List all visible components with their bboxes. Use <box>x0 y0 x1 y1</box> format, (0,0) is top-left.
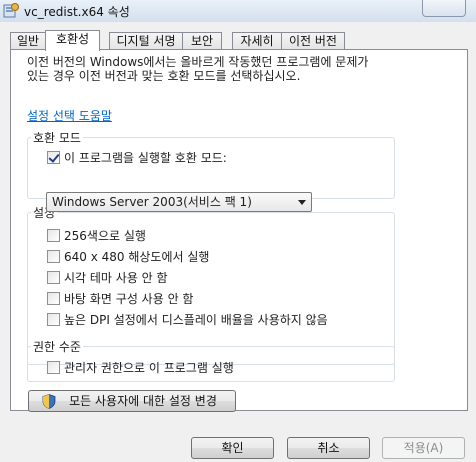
title-bar: vc_redist.x64 속성 <box>0 0 476 22</box>
run-as-admin-checkbox[interactable]: 관리자 권한으로 이 프로그램 실행 <box>47 359 234 375</box>
compat-mode-selected-value: Windows Server 2003(서비스 팩 1) <box>52 195 252 209</box>
compat-mode-group <box>27 137 395 199</box>
option-label: 시각 테마 사용 안 함 <box>64 270 168 285</box>
privilege-group-label: 권한 수준 <box>31 338 83 355</box>
checkbox-checked[interactable] <box>47 150 60 164</box>
apply-button[interactable]: 적용(A) <box>382 437 465 459</box>
checkbox-unchecked[interactable] <box>47 360 60 374</box>
compat-mode-select[interactable]: Windows Server 2003(서비스 팩 1) <box>46 192 312 212</box>
cancel-button[interactable]: 취소 <box>287 437 370 459</box>
tab-general[interactable]: 일반 <box>10 32 46 50</box>
properties-dialog: 일반 호환성 디지털 서명 보안 자세히 이전 버전 이전 버전의 Window… <box>0 22 476 462</box>
all-users-settings-button[interactable]: 모든 사용자에 대한 설정 변경 <box>28 390 236 412</box>
compat-mode-checkbox[interactable]: 이 프로그램을 실행할 호환 모드: <box>47 149 227 165</box>
checkbox-unchecked[interactable] <box>47 270 60 284</box>
checkbox-unchecked[interactable] <box>47 249 60 263</box>
help-link[interactable]: 설정 선택 도움말 <box>27 107 112 124</box>
tab-previous-versions[interactable]: 이전 버전 <box>281 32 345 50</box>
tab-digital-signatures[interactable]: 디지털 서명 <box>109 32 183 50</box>
tab-security[interactable]: 보안 <box>182 32 222 50</box>
option-disable-dpi-scaling[interactable]: 높은 DPI 설정에서 디스플레이 배율을 사용하지 않음 <box>47 311 328 327</box>
checkbox-unchecked[interactable] <box>47 312 60 326</box>
option-label: 640 x 480 해상도에서 실행 <box>64 249 210 264</box>
option-640x480[interactable]: 640 x 480 해상도에서 실행 <box>47 248 209 264</box>
checkbox-unchecked[interactable] <box>47 291 60 305</box>
all-users-button-label: 모든 사용자에 대한 설정 변경 <box>69 394 217 408</box>
option-label: 256색으로 실행 <box>64 228 146 243</box>
option-disable-desktop-composition[interactable]: 바탕 화면 구성 사용 안 함 <box>47 290 193 306</box>
compatibility-description: 이전 버전의 Windows에서는 올바르게 작동했던 프로그램에 문제가 있는… <box>27 55 457 83</box>
tab-compatibility[interactable]: 호환성 <box>45 30 100 51</box>
checkbox-unchecked[interactable] <box>47 228 60 242</box>
chevron-down-icon <box>298 200 306 205</box>
compatibility-panel: 이전 버전의 Windows에서는 올바르게 작동했던 프로그램에 문제가 있는… <box>10 49 468 412</box>
uac-shield-icon <box>42 394 56 409</box>
tab-details[interactable]: 자세히 <box>232 32 282 50</box>
window-title: vc_redist.x64 속성 <box>24 5 130 19</box>
program-properties-icon <box>3 3 19 18</box>
close-button[interactable] <box>422 0 466 17</box>
compat-mode-checkbox-label: 이 프로그램을 실행할 호환 모드: <box>64 150 227 165</box>
compat-mode-group-label: 호환 모드 <box>31 129 83 146</box>
option-label: 바탕 화면 구성 사용 안 함 <box>64 291 194 306</box>
run-as-admin-label: 관리자 권한으로 이 프로그램 실행 <box>64 360 234 375</box>
description-line-2: 있는 경우 이전 버전과 맞는 호환 모드를 선택하십시오. <box>27 69 301 83</box>
description-line-1: 이전 버전의 Windows에서는 올바르게 작동했던 프로그램에 문제가 <box>27 55 369 69</box>
ok-button[interactable]: 확인 <box>191 437 274 459</box>
option-256-colors[interactable]: 256색으로 실행 <box>47 227 146 243</box>
option-label: 높은 DPI 설정에서 디스플레이 배율을 사용하지 않음 <box>64 312 328 327</box>
option-disable-visual-themes[interactable]: 시각 테마 사용 안 함 <box>47 269 168 285</box>
